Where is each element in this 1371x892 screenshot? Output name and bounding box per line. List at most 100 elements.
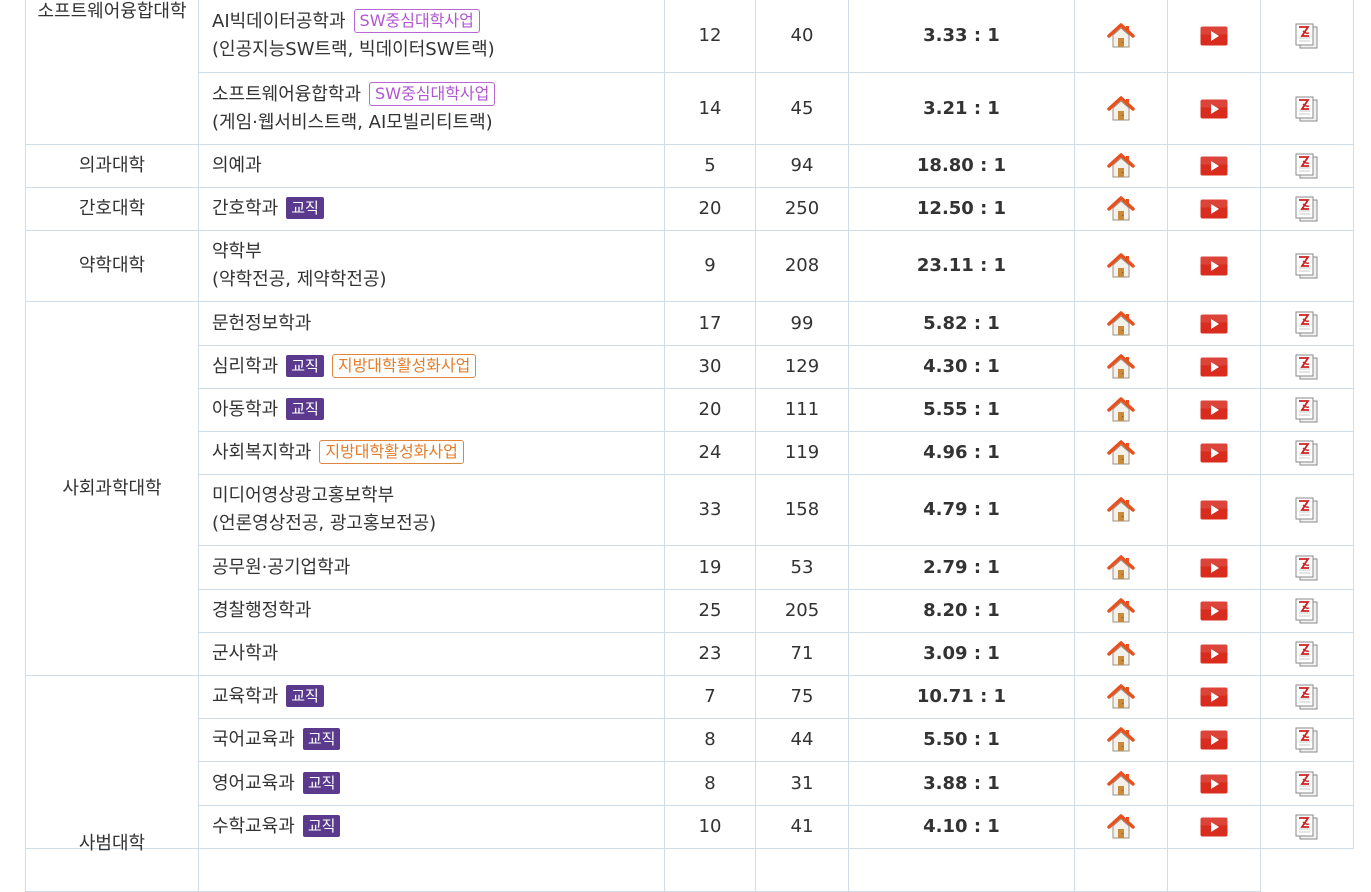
teaching-course-badge: 교직 — [286, 355, 324, 377]
pdf-document-icon[interactable] — [1293, 96, 1321, 122]
play-video-icon[interactable] — [1200, 153, 1228, 179]
play-video-icon[interactable] — [1200, 555, 1228, 581]
competition-ratio-cell: 5.50 : 1 — [848, 718, 1075, 762]
department-name: 의예과 — [198, 144, 665, 188]
home-icon[interactable] — [1107, 727, 1135, 753]
pdf-document-icon[interactable] — [1293, 497, 1321, 523]
regional-program-badge: 지방대학활성화사업 — [331, 354, 477, 378]
department-tracks: (약학전공, 제약학전공) — [212, 269, 387, 290]
home-icon[interactable] — [1107, 770, 1135, 797]
home-icon[interactable] — [1107, 253, 1135, 279]
play-video-icon[interactable] — [1200, 684, 1228, 710]
teaching-course-badge: 교직 — [302, 728, 341, 750]
applicants-cell: 158 — [755, 474, 849, 546]
table-row: 약학대학 약학부 (약학전공, 제약학전공) 9 208 23.11 : 1 — [25, 230, 1354, 302]
play-video-icon[interactable] — [1200, 771, 1228, 797]
department-name: 수학교육과 교직 — [198, 805, 665, 849]
home-icon[interactable] — [1107, 22, 1135, 49]
competition-ratio-cell: 2.79 : 1 — [848, 545, 1075, 590]
admission-competition-table: 소프트웨어융합대학 AI빅데이터공학과 SW중심대학사업 (인공지능SW트랙, 빅데… — [25, 0, 1354, 892]
home-icon[interactable] — [1107, 684, 1135, 710]
pdf-document-icon[interactable] — [1293, 311, 1321, 337]
department-name: 아동학과 교직 — [198, 388, 665, 432]
home-icon[interactable] — [1107, 641, 1135, 667]
applicants-cell: 111 — [755, 388, 849, 432]
home-icon[interactable] — [1107, 310, 1135, 337]
competition-ratio-cell: 8.20 : 1 — [848, 589, 1075, 633]
sw-program-badge: SW중심대학사업 — [369, 81, 496, 106]
home-icon[interactable] — [1107, 196, 1135, 222]
home-icon[interactable] — [1107, 440, 1135, 466]
home-icon[interactable] — [1107, 354, 1135, 380]
home-icon[interactable] — [1107, 95, 1135, 122]
table-row: 경찰행정학과 25 205 8.20 : 1 — [26, 589, 1354, 633]
pdf-document-icon[interactable] — [1293, 23, 1321, 49]
play-video-icon[interactable] — [1200, 598, 1228, 624]
applicants-cell: 99 — [755, 301, 849, 346]
applicants-cell: 45 — [755, 72, 849, 145]
pdf-document-icon[interactable] — [1293, 354, 1321, 380]
department-name: 간호학과 교직 — [198, 187, 665, 231]
play-video-icon[interactable] — [1200, 727, 1228, 753]
applicants-cell: 71 — [755, 632, 849, 676]
competition-ratio-cell: 5.55 : 1 — [848, 388, 1075, 432]
pdf-document-icon[interactable] — [1293, 598, 1321, 624]
pdf-document-icon[interactable] — [1293, 196, 1321, 222]
home-icon[interactable] — [1107, 153, 1135, 179]
pdf-document-icon[interactable] — [1293, 727, 1321, 753]
play-video-icon[interactable] — [1200, 196, 1228, 222]
applicants-cell: 75 — [755, 675, 849, 719]
pdf-document-icon[interactable] — [1293, 555, 1321, 581]
play-video-icon[interactable] — [1200, 354, 1228, 380]
quota-cell: 5 — [664, 144, 756, 188]
competition-ratio-cell: 4.30 : 1 — [848, 345, 1075, 389]
quota-cell: 17 — [664, 301, 756, 346]
applicants-cell: 53 — [755, 545, 849, 590]
department-name: 경찰행정학과 — [198, 589, 665, 633]
pdf-document-icon[interactable] — [1293, 440, 1321, 466]
competition-ratio-cell: 12.50 : 1 — [848, 187, 1075, 231]
play-video-icon[interactable] — [1200, 311, 1228, 337]
home-icon[interactable] — [1107, 497, 1135, 523]
applicants-cell: 94 — [755, 144, 849, 188]
department-name: 군사학과 — [198, 632, 665, 676]
quota-cell: 23 — [664, 632, 756, 676]
college-name: 간호대학 — [25, 187, 199, 231]
pdf-document-icon[interactable] — [1293, 814, 1321, 840]
home-icon[interactable] — [1107, 598, 1135, 624]
pdf-document-icon[interactable] — [1293, 253, 1321, 279]
teaching-course-badge: 교직 — [302, 815, 341, 837]
play-video-icon[interactable] — [1200, 497, 1228, 523]
regional-program-badge: 지방대학활성화사업 — [319, 440, 464, 464]
competition-ratio-cell: 3.09 : 1 — [848, 632, 1075, 676]
applicants-cell: 40 — [755, 0, 849, 73]
college-name: 약학대학 — [25, 230, 199, 302]
pdf-document-icon[interactable] — [1293, 397, 1321, 423]
play-video-icon[interactable] — [1200, 253, 1228, 279]
table-row: 영어교육과 교직 8 31 3.88 : 1 — [26, 761, 1354, 806]
home-icon[interactable] — [1107, 397, 1135, 423]
pdf-document-icon[interactable] — [1293, 153, 1321, 179]
quota-cell: 19 — [664, 545, 756, 590]
competition-ratio-cell: 18.80 : 1 — [848, 144, 1075, 188]
table-row: 공무원·공기업학과 19 53 2.79 : 1 — [26, 545, 1354, 590]
play-video-icon[interactable] — [1200, 397, 1228, 423]
department-name: 사회복지학과 지방대학활성화사업 — [198, 431, 665, 475]
table-row: 소프트웨어융합대학 AI빅데이터공학과 SW중심대학사업 (인공지능SW트랙, 빅데… — [25, 0, 1354, 145]
quota-cell: 12 — [664, 0, 756, 73]
pdf-document-icon[interactable] — [1293, 684, 1321, 710]
play-video-icon[interactable] — [1200, 23, 1228, 49]
quota-cell: 30 — [664, 345, 756, 389]
competition-ratio-cell: 4.10 : 1 — [848, 805, 1075, 849]
pdf-document-icon[interactable] — [1293, 641, 1321, 667]
applicants-cell: 129 — [755, 345, 849, 389]
home-icon[interactable] — [1107, 554, 1135, 581]
play-video-icon[interactable] — [1200, 641, 1228, 667]
pdf-document-icon[interactable] — [1293, 771, 1321, 797]
play-video-icon[interactable] — [1200, 814, 1228, 840]
home-icon[interactable] — [1107, 814, 1135, 840]
quota-cell: 33 — [664, 474, 756, 546]
play-video-icon[interactable] — [1200, 440, 1228, 466]
play-video-icon[interactable] — [1200, 96, 1228, 122]
competition-ratio-cell: 4.96 : 1 — [848, 431, 1075, 475]
